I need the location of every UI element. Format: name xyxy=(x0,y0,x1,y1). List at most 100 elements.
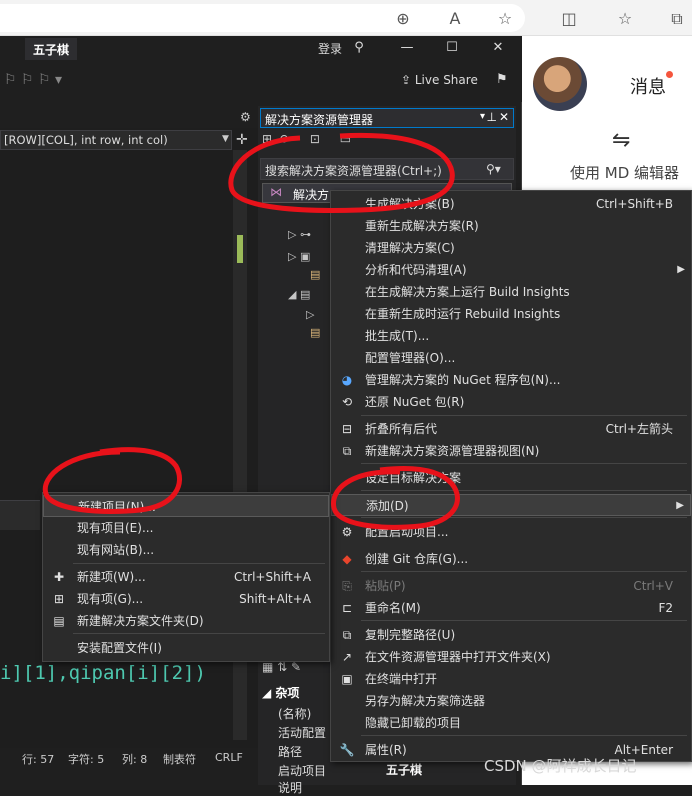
menu-item[interactable]: ⊟ 折叠所有后代 Ctrl+左箭头 xyxy=(331,418,691,440)
submenu-item[interactable]: ⊞ 现有项(G)... Shift+Alt+A xyxy=(43,588,329,610)
menu-item-label: 设定目标解决方案 xyxy=(365,471,462,485)
folder-icon: ▤ xyxy=(53,614,65,628)
menu-item-label: 配置管理器(O)... xyxy=(365,351,456,365)
prop-name: (名称) xyxy=(278,707,312,721)
feedback-icon[interactable]: ⚑ xyxy=(496,72,508,87)
copy-icon: ⧉ xyxy=(342,628,352,642)
shortcut-label: Ctrl+Shift+B xyxy=(596,197,673,211)
menu-item[interactable]: 另存为解决方案筛选器 xyxy=(331,690,691,712)
menu-item[interactable]: ⟲ 还原 NuGet 包(R) xyxy=(331,391,691,413)
submenu-item[interactable]: 安装配置文件(I) xyxy=(43,637,329,659)
menu-item[interactable]: ◕ 管理解决方案的 NuGet 程序包(N)... xyxy=(331,369,691,391)
zoom-icon[interactable]: ⊕ xyxy=(392,8,414,30)
gear-icon: ⚙ xyxy=(341,525,353,539)
menu-item-label: 在重新生成时运行 Rebuild Insights xyxy=(365,307,561,321)
menu-item[interactable]: 在生成解决方案上运行 Build Insights xyxy=(331,281,691,303)
menu-item[interactable]: ↗ 在文件资源管理器中打开文件夹(X) xyxy=(331,646,691,668)
bookmark-icons[interactable]: ⚐ ⚐ ⚐ ▾ xyxy=(4,72,62,88)
menu-item[interactable]: 分析和代码清理(A) ▶ xyxy=(331,259,691,281)
menu-separator xyxy=(361,415,687,416)
split-icon[interactable]: ✛ xyxy=(236,132,248,148)
menu-item[interactable]: ⚙ 配置启动项目... xyxy=(331,521,691,543)
properties-toolbar[interactable]: ▦ ⇅ ✎ xyxy=(262,660,301,674)
menu-item-label: 在生成解决方案上运行 Build Insights xyxy=(365,285,570,299)
tree-expand-icon[interactable]: ▷ ⊶ xyxy=(288,228,311,241)
pin-icon[interactable]: ⊥ xyxy=(487,110,497,124)
submenu-item[interactable]: 现有项目(E)... xyxy=(43,517,329,539)
menu-item-label: 管理解决方案的 NuGet 程序包(N)... xyxy=(365,373,561,387)
menu-item[interactable]: 添加(D) ▶ xyxy=(331,494,691,516)
panel-close-icon[interactable]: ✕ xyxy=(499,110,509,124)
menu-item-label: 重新生成解决方案(R) xyxy=(365,219,479,233)
submenu-item-label: 安装配置文件(I) xyxy=(77,641,162,655)
menu-item[interactable]: 配置管理器(O)... xyxy=(331,347,691,369)
menu-item[interactable]: ◆ 创建 Git 仓库(G)... xyxy=(331,548,691,570)
dropdown-icon[interactable]: ▾ xyxy=(480,111,485,122)
menu-item[interactable]: ⧉ 复制完整路径(U) xyxy=(331,624,691,646)
settings-gear-icon[interactable]: ⚙ xyxy=(240,110,251,124)
avatar[interactable] xyxy=(533,57,587,111)
new-view-icon: ⧉ xyxy=(342,444,352,458)
menu-item[interactable]: 重新生成解决方案(R) xyxy=(331,215,691,237)
search-input[interactable]: 搜索解决方案资源管理器(Ctrl+;) xyxy=(260,158,514,180)
collections-icon[interactable]: ⧉ xyxy=(666,8,688,30)
submenu-item[interactable]: 新建项目(N)... xyxy=(43,495,329,517)
function-dropdown[interactable]: [ROW][COL], int row, int col) xyxy=(0,130,232,150)
se-toolbar[interactable]: ⊞⟳ ⊡ ▭ xyxy=(262,132,359,146)
menu-item[interactable]: 清理解决方案(C) xyxy=(331,237,691,259)
status-eol[interactable]: CRLF xyxy=(215,751,243,764)
browser-toolbar: ⊕ A ☆ ◫ ☆ ⧉ xyxy=(0,0,692,36)
status-char: 字符: 5 xyxy=(68,753,105,766)
submenu-item-label: 新建项(W)... xyxy=(77,570,146,584)
open-folder-icon: ↗ xyxy=(341,650,353,664)
menu-item-label: 粘贴(P) xyxy=(365,579,406,593)
split-screen-icon[interactable]: ◫ xyxy=(558,8,580,30)
account-icon[interactable]: ⚲ xyxy=(349,40,369,55)
submenu-item-label: 现有项(G)... xyxy=(77,592,144,606)
submenu-item-label: 现有网站(B)... xyxy=(77,543,155,557)
menu-item[interactable]: ⊏ 重命名(M) F2 xyxy=(331,597,691,619)
submenu-arrow-icon: ▶ xyxy=(676,500,684,511)
chevron-down-icon: ▼ xyxy=(222,134,229,144)
status-col: 列: 8 xyxy=(122,753,148,766)
tree-expand-icon[interactable]: ▷ ▣ xyxy=(288,250,310,263)
menu-item[interactable]: 在重新生成时运行 Rebuild Insights xyxy=(331,303,691,325)
menu-item[interactable]: 设定目标解决方案 xyxy=(331,467,691,489)
read-aloud-icon[interactable]: A xyxy=(444,8,466,30)
favorite-star-icon[interactable]: ☆ xyxy=(494,8,516,30)
wrench-icon: 🔧 xyxy=(339,743,355,757)
menu-item-label: 新建解决方案资源管理器视图(N) xyxy=(365,444,540,458)
tree-collapse-icon[interactable]: ◢ ▤ xyxy=(288,288,310,301)
filter-folder-icon: ▤ xyxy=(310,268,321,281)
search-icon[interactable]: ⚲▾ xyxy=(486,162,501,176)
close-button[interactable]: ✕ xyxy=(488,40,508,55)
login-link[interactable]: 登录 xyxy=(318,40,342,57)
prop-path: 路径 xyxy=(278,745,303,759)
menu-item[interactable]: 生成解决方案(B) Ctrl+Shift+B xyxy=(331,193,691,215)
prop-description: 说明 xyxy=(278,781,303,795)
maximize-button[interactable]: ☐ xyxy=(442,40,462,55)
menu-item[interactable]: 批生成(T)... xyxy=(331,325,691,347)
submenu-item-label: 现有项目(E)... xyxy=(77,521,154,535)
prop-startup-value: 五子棋 xyxy=(386,763,423,777)
live-share-button[interactable]: ⇪ Live Share xyxy=(401,73,478,87)
add-submenu: 新建项目(N)... 现有项目(E)... 现有网站(B)... ✚ 新建项(W)...… xyxy=(42,492,330,662)
collapse-icon: ⊟ xyxy=(341,422,353,436)
submenu-item[interactable]: ▤ 新建解决方案文件夹(D) xyxy=(43,610,329,632)
tree-expand-icon[interactable]: ▷ xyxy=(306,308,314,321)
minimize-button[interactable]: — xyxy=(397,40,417,55)
messages-link[interactable]: 消息 xyxy=(630,73,666,99)
menu-item[interactable]: ⧉ 新建解决方案资源管理器视图(N) xyxy=(331,440,691,462)
menu-item[interactable]: ⎘ 粘贴(P) Ctrl+V xyxy=(331,575,691,597)
menu-item[interactable]: ▣ 在终端中打开 xyxy=(331,668,691,690)
menu-item-label: 在文件资源管理器中打开文件夹(X) xyxy=(365,650,551,664)
md-editor-link[interactable]: 使用 MD 编辑器 xyxy=(570,162,679,183)
switch-icon[interactable]: ⇋ xyxy=(612,128,630,153)
new-item-icon: ✚ xyxy=(53,570,65,584)
favorites-icon[interactable]: ☆ xyxy=(614,8,636,30)
status-tabs[interactable]: 制表符 xyxy=(163,751,196,767)
notification-dot xyxy=(666,71,673,78)
menu-item[interactable]: 隐藏已卸载的项目 xyxy=(331,712,691,734)
submenu-item[interactable]: ✚ 新建项(W)... Ctrl+Shift+A xyxy=(43,566,329,588)
submenu-item[interactable]: 现有网站(B)... xyxy=(43,539,329,561)
